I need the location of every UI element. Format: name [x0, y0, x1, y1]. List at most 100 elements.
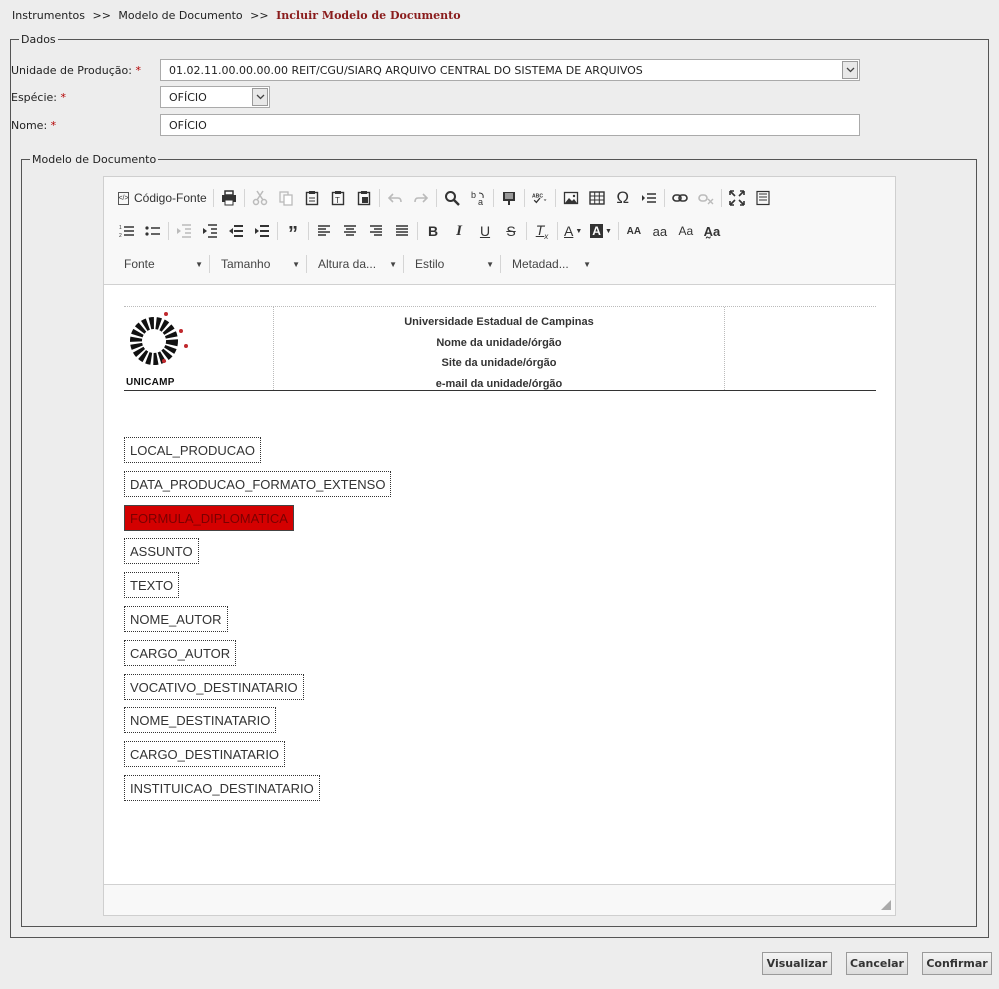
field-placeholder[interactable]: ASSUNTO — [124, 538, 199, 564]
select-all-icon — [502, 192, 515, 205]
cut-button[interactable] — [247, 186, 273, 210]
toolbar-separator — [308, 222, 309, 240]
unidade-select[interactable]: 01.02.11.00.00.00.00 REIT/CGU/SIARQ ARQU… — [160, 59, 860, 81]
bg-color-button[interactable]: A ▼ — [586, 219, 616, 243]
justify-button[interactable] — [389, 219, 415, 243]
field-placeholder[interactable]: TEXTO — [124, 572, 180, 598]
redo-icon — [413, 193, 428, 203]
chevron-down-icon[interactable] — [252, 88, 268, 106]
spellcheck-button[interactable]: ABC — [527, 186, 553, 210]
field-placeholder[interactable]: CARGO_AUTOR — [124, 640, 237, 666]
paste-button[interactable] — [299, 186, 325, 210]
special-char-button[interactable]: Ω — [610, 186, 636, 210]
confirmar-button[interactable]: Confirmar — [922, 952, 992, 975]
field-placeholder[interactable]: VOCATIVO_DESTINATARIO — [124, 674, 304, 700]
nome-input[interactable] — [160, 114, 860, 136]
toolbar-separator — [168, 222, 169, 240]
field-placeholder[interactable]: NOME_DESTINATARIO — [124, 707, 277, 733]
field-placeholder[interactable]: LOCAL_PRODUCAO — [124, 437, 261, 463]
replace-button[interactable]: ba — [465, 186, 491, 210]
unlink-button[interactable] — [693, 186, 719, 210]
style-combo[interactable]: Estilo ▼ — [406, 252, 498, 276]
editor-content[interactable]: UNICAMP Universidade Estadual de Campina… — [104, 285, 895, 885]
align-right-button[interactable] — [363, 219, 389, 243]
text-color-button[interactable]: A ▼ — [560, 219, 586, 243]
toggle-case-button[interactable]: A̰a — [699, 219, 725, 243]
required-marker: * — [135, 63, 141, 77]
paste-text-button[interactable]: T — [325, 186, 351, 210]
especie-label-wrap: Espécie: * — [11, 91, 150, 104]
paste-text-icon: T — [331, 191, 344, 206]
especie-row: Espécie: * — [11, 87, 150, 107]
blockquote-button[interactable]: ” — [280, 219, 306, 244]
capitalize-button[interactable]: Aa — [673, 219, 699, 243]
link-button[interactable] — [667, 186, 693, 210]
lowercase-button[interactable]: aa — [647, 219, 673, 243]
toolbar-separator — [617, 222, 619, 240]
table-button[interactable] — [584, 186, 610, 210]
copy-button[interactable] — [273, 186, 299, 210]
svg-text:b: b — [471, 190, 476, 200]
undo-button[interactable] — [382, 186, 408, 210]
page-break-button[interactable] — [636, 186, 662, 210]
increase-block-button[interactable] — [249, 219, 275, 243]
svg-text:a: a — [478, 197, 483, 206]
align-center-button[interactable] — [337, 219, 363, 243]
underline-button[interactable]: U — [472, 219, 498, 243]
toolbar-row-1: </> Código-Fonte T b a ABC Ω — [114, 185, 776, 211]
chevron-down-icon[interactable] — [842, 61, 858, 79]
font-combo[interactable]: Fonte ▼ — [115, 252, 207, 276]
field-placeholder-highlighted[interactable]: FORMULA_DIPLOMATICA — [124, 505, 294, 531]
align-left-button[interactable] — [311, 219, 337, 243]
maximize-button[interactable] — [724, 186, 750, 210]
editor-toolbar: </> Código-Fonte T b a ABC Ω 1 2 ” B I U… — [104, 177, 895, 285]
paste-word-button[interactable] — [351, 186, 377, 210]
breadcrumb-item-modelo[interactable]: Modelo de Documento — [118, 9, 242, 22]
unidade-value: 01.02.11.00.00.00.00 REIT/CGU/SIARQ ARQU… — [169, 63, 643, 77]
editor-statusbar — [104, 884, 895, 915]
redo-button[interactable] — [408, 186, 434, 210]
print-button[interactable] — [216, 186, 242, 210]
select-all-button[interactable] — [496, 186, 522, 210]
field-placeholder[interactable]: DATA_PRODUCAO_FORMATO_EXTENSO — [124, 471, 392, 497]
show-blocks-button[interactable] — [750, 186, 776, 210]
toolbar-separator — [523, 189, 525, 207]
image-button[interactable] — [558, 186, 584, 210]
especie-label: Espécie: — [11, 90, 58, 104]
indent-button[interactable] — [197, 219, 223, 243]
line-height-combo[interactable]: Altura da... ▼ — [309, 252, 401, 276]
toolbar-separator — [209, 255, 210, 273]
outdent-button[interactable] — [171, 219, 197, 243]
paste-word-icon — [357, 191, 370, 206]
uppercase-icon: AA — [626, 225, 642, 237]
uppercase-button[interactable]: AA — [621, 219, 647, 243]
breadcrumb-separator: >> — [92, 9, 111, 22]
source-button[interactable]: </> Código-Fonte — [114, 186, 211, 210]
search-icon — [444, 191, 460, 206]
strikethrough-icon: S — [506, 223, 516, 239]
copy-icon — [279, 191, 293, 206]
field-placeholder[interactable]: CARGO_DESTINATARIO — [124, 741, 286, 767]
required-marker: * — [60, 90, 67, 104]
metadata-combo[interactable]: Metadad... ▼ — [503, 252, 595, 276]
toolbar-separator — [557, 222, 558, 240]
bulleted-list-button[interactable] — [140, 219, 166, 243]
especie-select[interactable]: OFÍCIO — [160, 86, 270, 108]
strike-button[interactable]: S — [498, 219, 524, 243]
field-placeholder[interactable]: INSTITUICAO_DESTINATARIO — [124, 775, 320, 801]
toolbar-separator — [378, 189, 380, 207]
visualizar-button[interactable]: Visualizar — [762, 952, 832, 975]
breadcrumb-item-instrumentos[interactable]: Instrumentos — [12, 9, 85, 22]
resize-grip-icon[interactable] — [881, 900, 891, 910]
size-combo[interactable]: Tamanho ▼ — [212, 252, 304, 276]
decrease-block-button[interactable] — [223, 219, 249, 243]
numbered-list-button[interactable]: 12 — [114, 219, 140, 243]
scissors-icon — [252, 190, 267, 206]
logo-text: UNICAMP — [126, 377, 175, 388]
find-button[interactable] — [439, 186, 465, 210]
bold-button[interactable]: B — [420, 219, 446, 243]
cancelar-button[interactable]: Cancelar — [846, 952, 908, 975]
field-placeholder[interactable]: NOME_AUTOR — [124, 606, 228, 632]
italic-button[interactable]: I — [446, 219, 472, 243]
remove-format-button[interactable]: Tx — [529, 219, 555, 243]
